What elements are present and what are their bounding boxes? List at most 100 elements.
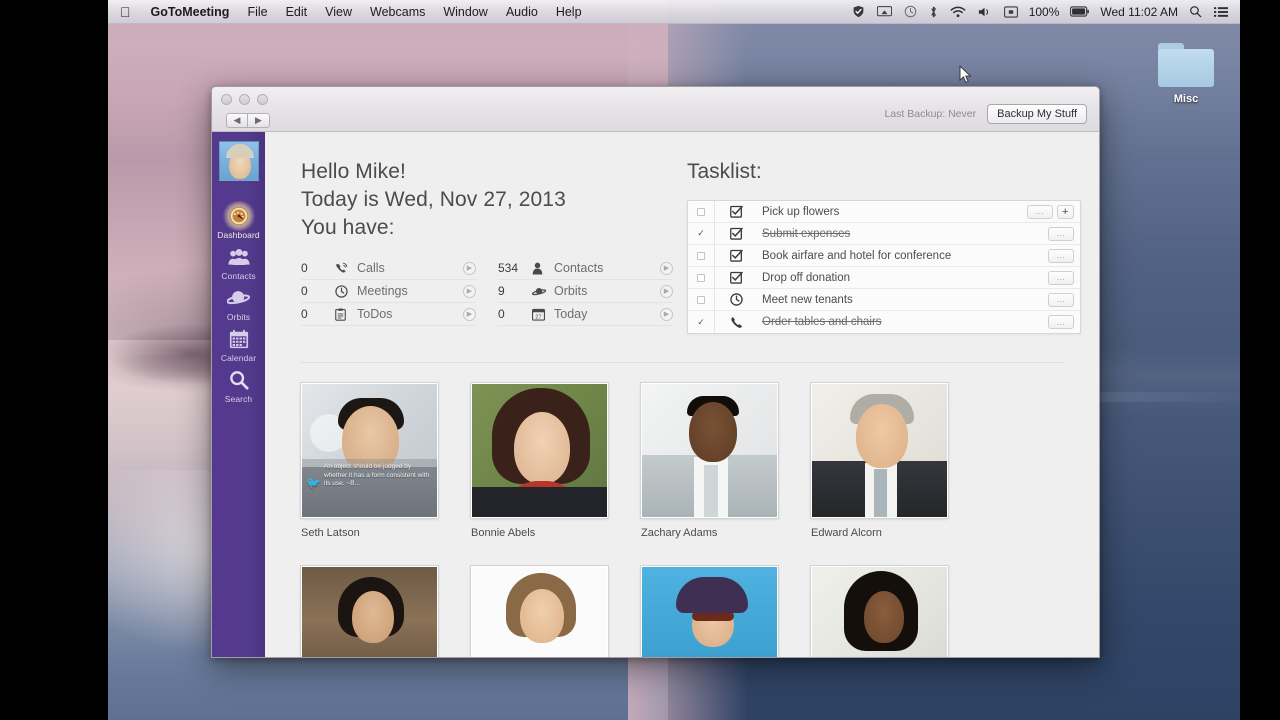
contact-photo[interactable] (811, 383, 948, 518)
menu-app-name[interactable]: GoToMeeting (142, 0, 239, 23)
backup-my-stuff-button[interactable]: Backup My Stuff (987, 104, 1087, 124)
task-row[interactable]: Drop off donation ... (688, 267, 1080, 289)
task-more-button[interactable]: ... (1048, 248, 1074, 263)
task-row[interactable]: ✓ Submit expenses ... (688, 223, 1080, 245)
close-button[interactable] (221, 94, 232, 105)
stat-row-contacts[interactable]: 534 Contacts ▶ (498, 257, 673, 280)
sidebar-item-orbits[interactable]: Orbits (212, 285, 265, 322)
stat-row-todos[interactable]: 0 ToDos ▶ (301, 303, 476, 326)
task-row[interactable]: ✓ Order tables and chairs ... (688, 311, 1080, 333)
task-more-button[interactable]: ... (1027, 204, 1053, 219)
task-more-button[interactable]: ... (1048, 315, 1074, 329)
contact-card[interactable] (301, 566, 438, 657)
contact-card[interactable]: 🐦 An object should be judged by whether … (301, 383, 438, 539)
stat-row-calls[interactable]: 0 Calls ▶ (301, 257, 476, 280)
stat-go-meetings[interactable]: ▶ (463, 284, 476, 298)
contact-card[interactable]: Edward Alcorn (811, 383, 948, 539)
app-sidebar: Dashboard Contacts Orbits Calendar Searc… (212, 132, 265, 657)
task-more-button[interactable]: ... (1048, 292, 1074, 307)
contact-cards-row-2 (265, 539, 1099, 657)
wifi-icon[interactable] (944, 6, 972, 18)
stat-row-meetings[interactable]: 0 Meetings ▶ (301, 280, 476, 303)
stat-row-today[interactable]: 0 27 Today ▶ (498, 303, 673, 326)
task-complete-checkbox[interactable] (688, 207, 714, 216)
contact-card[interactable] (471, 566, 608, 657)
task-complete-checkbox[interactable]: ✓ (688, 229, 714, 238)
contact-photo[interactable] (641, 383, 778, 518)
task-row[interactable]: Pick up flowers ... + (688, 201, 1080, 223)
task-actions: ... (1048, 248, 1080, 263)
task-row[interactable]: Book airfare and hotel for conference ..… (688, 245, 1080, 267)
sidebar-label-calendar: Calendar (220, 353, 257, 363)
sidebar-label-search: Search (224, 394, 253, 404)
contact-photo[interactable] (301, 566, 438, 657)
bluetooth-icon[interactable] (923, 5, 944, 19)
stat-go-todos[interactable]: ▶ (463, 307, 476, 321)
contact-card[interactable] (641, 566, 778, 657)
contact-card[interactable]: Bonnie Abels (471, 383, 608, 539)
stat-go-contacts[interactable]: ▶ (660, 261, 673, 275)
menu-item-help[interactable]: Help (547, 0, 591, 23)
menu-item-audio[interactable]: Audio (497, 0, 547, 23)
notification-center-icon[interactable] (1208, 6, 1234, 18)
contact-photo[interactable]: 🐦 An object should be judged by whether … (301, 383, 438, 518)
svg-text:27: 27 (535, 314, 541, 320)
contact-name: Bonnie Abels (471, 527, 536, 539)
stat-label-todos: ToDos (357, 307, 393, 321)
task-complete-checkbox[interactable]: ✓ (688, 317, 714, 327)
menu-item-file[interactable]: File (238, 0, 276, 23)
sidebar-item-dashboard[interactable]: Dashboard (212, 201, 265, 240)
phone-signal-icon (335, 262, 357, 275)
greeting-column: Hello Mike! Today is Wed, Nov 27, 2013 Y… (301, 158, 679, 334)
sidebar-item-contacts[interactable]: Contacts (212, 244, 265, 281)
contact-card[interactable] (811, 566, 948, 657)
task-add-button[interactable]: + (1057, 204, 1074, 219)
stat-go-orbits[interactable]: ▶ (660, 284, 673, 298)
battery-percent-label: 100% (1028, 4, 1060, 19)
apple-logo-icon[interactable]:  (108, 0, 142, 23)
menu-bar-left:  GoToMeeting File Edit View Webcams Win… (108, 0, 591, 23)
contact-photo[interactable] (641, 566, 778, 657)
menu-item-view[interactable]: View (316, 0, 361, 23)
you-have-label: You have: (301, 216, 395, 239)
shield-check-icon[interactable] (846, 5, 871, 18)
task-complete-checkbox[interactable] (688, 295, 714, 304)
airplay-icon[interactable] (871, 5, 898, 18)
stat-count-meetings: 0 (301, 284, 308, 298)
menu-item-webcams[interactable]: Webcams (361, 0, 434, 23)
task-complete-checkbox[interactable] (688, 251, 714, 260)
task-row[interactable]: Meet new tenants ... (688, 289, 1080, 311)
stat-row-orbits[interactable]: 9 Orbits ▶ (498, 280, 673, 303)
display-icon[interactable] (998, 5, 1024, 18)
forward-arrow-icon[interactable]: ▶ (248, 113, 270, 128)
battery-icon[interactable] (1064, 6, 1095, 17)
back-arrow-icon[interactable]: ◀ (226, 113, 248, 128)
sidebar-label-dashboard: Dashboard (217, 230, 260, 240)
maximize-button[interactable] (257, 94, 268, 105)
volume-icon[interactable] (972, 6, 998, 18)
task-complete-checkbox[interactable] (688, 273, 714, 282)
minimize-button[interactable] (239, 94, 250, 105)
task-more-button[interactable]: ... (1048, 270, 1074, 285)
menu-item-edit[interactable]: Edit (277, 0, 317, 23)
stat-go-today[interactable]: ▶ (660, 307, 673, 321)
time-machine-icon[interactable] (898, 5, 923, 18)
sidebar-item-search[interactable]: Search (212, 367, 265, 404)
stat-go-calls[interactable]: ▶ (463, 261, 476, 275)
task-actions: ... (1048, 226, 1080, 241)
contact-photo[interactable] (471, 383, 608, 518)
user-avatar[interactable] (218, 141, 259, 181)
checkbox-task-icon (714, 271, 758, 284)
task-more-button[interactable]: ... (1048, 226, 1074, 241)
desktop-folder-misc[interactable]: Misc (1155, 40, 1217, 105)
sidebar-item-calendar[interactable]: Calendar (212, 326, 265, 363)
menu-item-window[interactable]: Window (434, 0, 496, 23)
contact-card[interactable]: Zachary Adams (641, 383, 778, 539)
date-line: Today is Wed, Nov 27, 2013 (301, 188, 566, 211)
menu-clock[interactable]: Wed 11:02 AM (1095, 5, 1183, 19)
titlebar-right: Last Backup: Never Backup My Stuff (884, 104, 1087, 124)
stat-label-orbits: Orbits (554, 284, 588, 298)
contact-photo[interactable] (811, 566, 948, 657)
contact-photo[interactable] (471, 566, 608, 657)
spotlight-search-icon[interactable] (1183, 5, 1208, 18)
